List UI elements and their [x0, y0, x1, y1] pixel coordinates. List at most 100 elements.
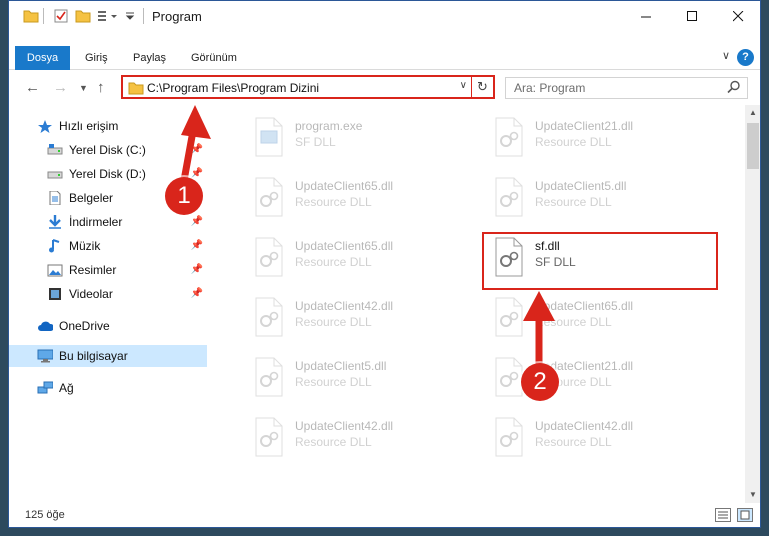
up-button[interactable]: ↑: [97, 79, 105, 96]
file-description: Resource DLL: [295, 255, 372, 269]
file-item[interactable]: UpdateClient42.dll Resource DLL: [463, 413, 693, 463]
sidebar-item-onedrive[interactable]: OneDrive: [9, 315, 207, 337]
file-name: UpdateClient65.dll: [295, 179, 394, 193]
file-description: Resource DLL: [535, 195, 612, 209]
file-name: UpdateClient5.dll: [535, 179, 627, 193]
file-item[interactable]: UpdateClient5.dll Resource DLL: [463, 173, 693, 223]
chevron-down-icon[interactable]: ∨: [460, 80, 467, 91]
vertical-scrollbar[interactable]: ▲ ▼: [745, 105, 760, 503]
large-icons-view-icon[interactable]: [737, 508, 753, 522]
close-button[interactable]: [715, 1, 760, 31]
music-icon: [49, 239, 60, 253]
file-item[interactable]: UpdateClient65.dll Resource DLL: [223, 233, 453, 283]
sidebar-item-label: Yerel Disk (D:): [69, 167, 146, 181]
address-path[interactable]: C:\Program Files\Program Dizini: [147, 81, 319, 95]
search-icon[interactable]: [727, 80, 741, 94]
step-badge-1: 1: [165, 177, 203, 215]
sidebar-item-network[interactable]: Ağ: [9, 377, 207, 399]
sidebar-item-label: Müzik: [69, 239, 101, 253]
dll-file-icon: [495, 417, 523, 457]
file-name: UpdateClient21.dll: [535, 119, 634, 133]
pin-icon[interactable]: 📌: [191, 288, 203, 299]
status-bar: 125 öğe: [9, 503, 760, 527]
forward-button[interactable]: →: [53, 79, 68, 96]
dll-file-icon: [255, 237, 283, 277]
computer-icon: [37, 349, 53, 363]
file-item[interactable]: UpdateClient65.dll Resource DLL: [463, 293, 693, 343]
sidebar-item-label: Resimler: [69, 263, 117, 277]
file-item[interactable]: UpdateClient42.dll Resource DLL: [223, 293, 453, 343]
file-item[interactable]: UpdateClient42.dll Resource DLL: [223, 413, 453, 463]
video-icon: [49, 288, 61, 300]
sidebar-item-this-pc[interactable]: Bu bilgisayar: [9, 345, 207, 367]
file-name: program.exe: [295, 119, 363, 133]
sidebar-item-label: Bu bilgisayar: [59, 349, 128, 363]
details-view-icon[interactable]: [715, 508, 731, 522]
explorer-window: Program Dosya Giriş Paylaş Görünüm ∨ ? ←…: [8, 0, 761, 528]
folder-icon: [23, 10, 39, 23]
drive-icon: [47, 144, 63, 155]
pin-icon[interactable]: 📌: [191, 216, 203, 227]
separator: [43, 8, 44, 24]
file-name: UpdateClient42.dll: [295, 419, 394, 433]
download-icon: [49, 215, 61, 229]
minimize-button[interactable]: [623, 1, 669, 31]
cloud-icon: [38, 321, 53, 331]
sidebar-item-label: Ağ: [59, 381, 74, 395]
sidebar-item-music[interactable]: Müzik 📌: [9, 235, 207, 257]
maximize-icon: [686, 10, 697, 21]
tab-share[interactable]: Paylaş: [125, 46, 174, 70]
back-button[interactable]: ←: [25, 79, 40, 96]
separator: [143, 8, 144, 24]
tab-view[interactable]: Görünüm: [183, 46, 245, 70]
pin-icon[interactable]: 📌: [191, 240, 203, 251]
file-item[interactable]: UpdateClient5.dll Resource DLL: [223, 353, 453, 403]
title-bar: Program: [9, 1, 760, 31]
file-name: UpdateClient65.dll: [295, 239, 394, 253]
maximize-button[interactable]: [669, 1, 715, 31]
recent-locations-icon[interactable]: ▼: [79, 83, 88, 93]
sidebar-item-videos[interactable]: Videolar 📌: [9, 283, 207, 305]
scroll-up-icon[interactable]: ▲: [745, 105, 760, 121]
item-count: 125 öğe: [25, 509, 65, 521]
properties-icon[interactable]: [53, 8, 69, 24]
expand-ribbon-icon[interactable]: ∨: [722, 49, 730, 62]
file-description: Resource DLL: [295, 435, 372, 449]
drive-icon: [47, 171, 63, 179]
sidebar-item-label: Videolar: [69, 287, 113, 301]
scroll-thumb[interactable]: [747, 123, 759, 169]
minimize-icon: [640, 16, 651, 17]
help-button[interactable]: ?: [737, 49, 754, 66]
tab-file[interactable]: Dosya: [15, 46, 70, 70]
file-item[interactable]: UpdateClient65.dll Resource DLL: [223, 173, 453, 223]
file-description: Resource DLL: [535, 435, 612, 449]
ribbon: Dosya Giriş Paylaş Görünüm ∨ ?: [9, 46, 760, 70]
file-description: Resource DLL: [535, 135, 612, 149]
sidebar-item-downloads[interactable]: İndirmeler 📌: [9, 211, 207, 233]
file-item[interactable]: UpdateClient21.dll Resource DLL: [463, 113, 693, 163]
tab-home[interactable]: Giriş: [77, 46, 116, 70]
dll-file-icon: [255, 297, 283, 337]
file-item[interactable]: program.exe SF DLL: [223, 113, 453, 163]
scroll-down-icon[interactable]: ▼: [745, 487, 760, 503]
file-item[interactable]: UpdateClient21.dll Resource DLL: [463, 353, 693, 403]
step-badge-2: 2: [521, 363, 559, 401]
pin-icon[interactable]: 📌: [191, 264, 203, 275]
file-list: program.exe SF DLL UpdateClient21.dll Resou…: [209, 109, 744, 501]
close-icon: [732, 10, 743, 21]
new-folder-icon[interactable]: [75, 8, 91, 24]
navigation-bar: ← → ▼ ↑ C:\Program Files\Program Dizini …: [9, 71, 760, 105]
chevron-down-icon[interactable]: [125, 8, 135, 24]
address-bar[interactable]: C:\Program Files\Program Dizini ∨ ↻: [121, 75, 495, 99]
highlight-box-sf-dll: [482, 232, 718, 290]
file-description: Resource DLL: [295, 315, 372, 329]
dll-file-icon: [255, 177, 283, 217]
search-input[interactable]: [514, 79, 724, 97]
refresh-button[interactable]: ↻: [471, 75, 493, 99]
customize-quick-access-icon[interactable]: [97, 8, 119, 24]
search-box[interactable]: [505, 77, 748, 99]
sidebar-item-pictures[interactable]: Resimler 📌: [9, 259, 207, 281]
window-title: Program: [152, 9, 202, 24]
document-icon: [49, 191, 61, 205]
sidebar-item-label: Belgeler: [69, 191, 114, 205]
